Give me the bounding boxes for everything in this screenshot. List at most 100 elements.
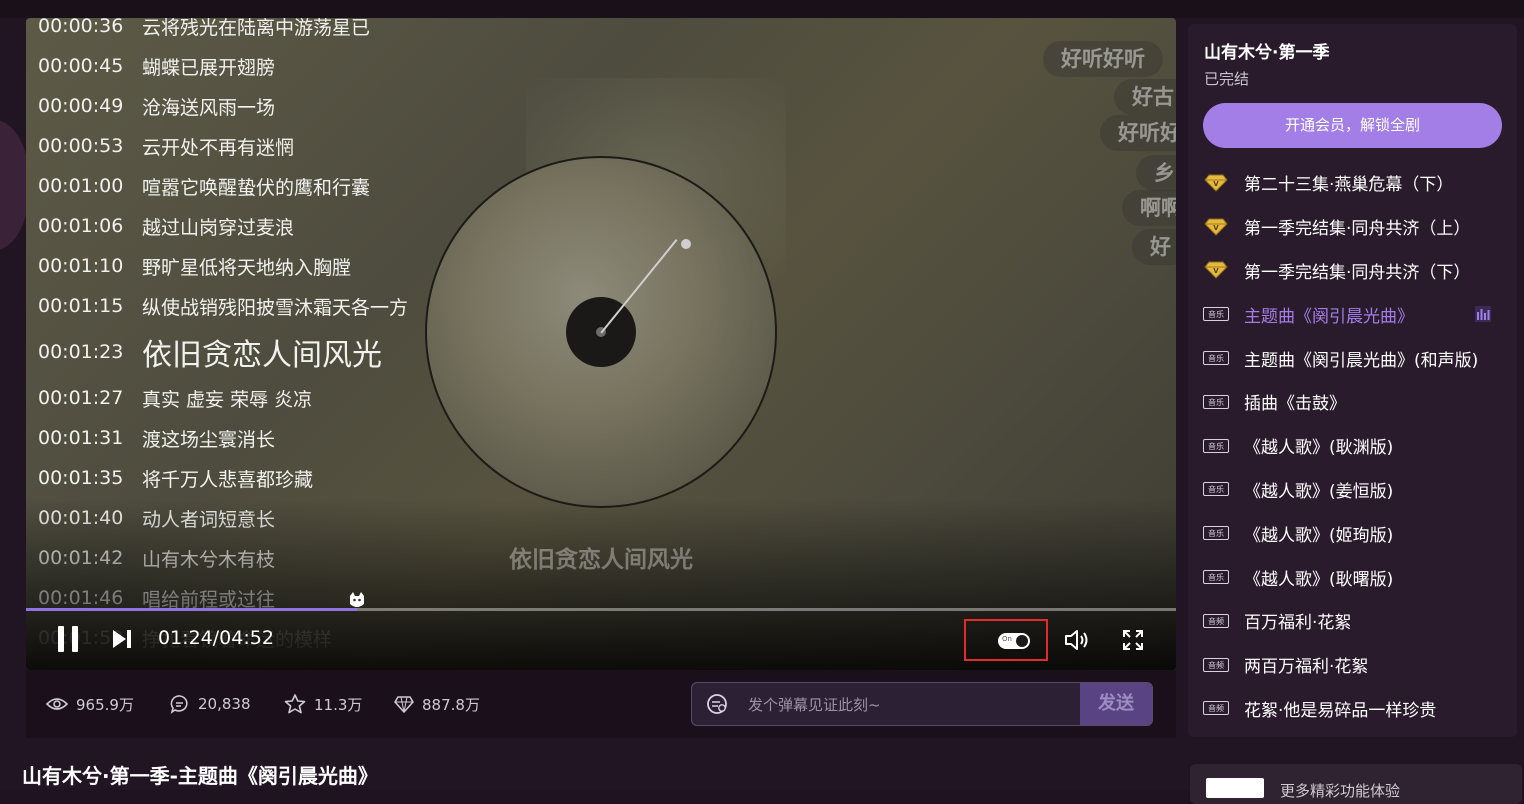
lyric-line[interactable]: 00:01:27 真实 虚妄 荣辱 炎凉 (38, 378, 478, 418)
lyric-timestamp: 00:01:10 (38, 255, 124, 277)
episode-label: 花絮·他是易碎品一样珍贵 (1244, 700, 1437, 721)
episode-item[interactable]: 音乐 插曲《击鼓》 (1188, 380, 1517, 424)
danmaku-toggle[interactable]: On (998, 633, 1030, 649)
episode-tag: 音乐 (1203, 307, 1229, 322)
lyric-line[interactable]: 00:01:15 纵使战销残阳披雪沐霜天各一方 (38, 286, 478, 326)
stats-bar: 965.9万 20,838 11.3万 887.8万 发送 (26, 670, 1176, 738)
lyric-timestamp: 00:01:35 (38, 467, 124, 489)
danmaku-bubble: 好听好听 (1043, 41, 1163, 77)
tag-icon: 音乐 (1202, 525, 1230, 541)
episode-label: 百万福利·花絮 (1244, 613, 1352, 634)
tag-icon: 音频 (1202, 613, 1230, 629)
lyric-line[interactable]: 00:00:45 蝴蝶已展开翅膀 (38, 46, 478, 86)
progress-bar[interactable] (26, 592, 1176, 611)
episode-label: 第一季完结集·同舟共济（上） (1244, 219, 1471, 240)
episode-item[interactable]: 音乐 《越人歌》(姜恒版) (1188, 468, 1517, 512)
lyric-line[interactable]: 00:00:53 云开处不再有迷惘 (38, 126, 478, 166)
lyric-line[interactable]: 00:01:10 野旷星低将天地纳入胸膛 (38, 246, 478, 286)
episode-item[interactable]: 音频 两百万福利·花絮 (1188, 643, 1517, 687)
episode-item[interactable]: 音频 百万福利·花絮 (1188, 599, 1517, 643)
svg-text:V: V (1213, 267, 1219, 275)
top-bar (0, 0, 1524, 18)
volume-icon[interactable] (1064, 628, 1092, 652)
episode-label: 主题曲《阕引晨光曲》(和声版) (1244, 350, 1479, 371)
tag-icon: 音频 (1202, 657, 1230, 673)
star-icon (284, 694, 306, 714)
comments-stat[interactable]: 20,838 (170, 692, 251, 716)
lyric-line[interactable]: 00:01:35 将千万人悲喜都珍藏 (38, 458, 478, 498)
vip-diamond-icon: V (1202, 174, 1230, 192)
lyric-timestamp: 00:01:23 (38, 341, 124, 363)
fullscreen-icon[interactable] (1122, 629, 1144, 651)
favorites-stat[interactable]: 11.3万 (284, 692, 362, 716)
episode-label: 第一季完结集·同舟共济（下） (1244, 262, 1471, 283)
lyric-line-active[interactable]: 00:01:23 依旧贪恋人间风光 (38, 326, 478, 378)
lyric-line[interactable]: 00:01:06 越过山岗穿过麦浪 (38, 206, 478, 246)
promo-text: 更多精彩功能体验 (1280, 782, 1401, 800)
duration: 04:52 (219, 627, 274, 649)
lyric-text: 云将残光在陆离中游荡星已 (142, 18, 371, 39)
danmaku-bubble: 乡 (1136, 155, 1176, 191)
toggle-label: On (1002, 635, 1012, 643)
episode-item[interactable]: V 第二十三集·燕巢危幕（下） (1188, 161, 1517, 205)
episode-tag: 音频 (1203, 613, 1229, 628)
danmaku-bubble: 好听好 (1100, 115, 1176, 151)
progress-thumb-icon[interactable] (346, 590, 368, 612)
lyric-text: 越过山岗穿过麦浪 (142, 216, 295, 239)
episode-item[interactable]: V 第一季完结集·同舟共济（上） (1188, 205, 1517, 249)
tonearm-pivot (681, 239, 691, 249)
lyric-line[interactable]: 00:00:49 沧海送风雨一场 (38, 86, 478, 126)
unlock-vip-button[interactable]: 开通会员，解锁全剧 (1203, 103, 1502, 148)
toggle-knob (1016, 635, 1028, 647)
lyric-timestamp: 00:01:31 (38, 427, 124, 449)
episode-label: 主题曲《阕引晨光曲》 (1244, 306, 1414, 327)
promo-panel: 更多精彩功能体验 (1190, 764, 1522, 804)
tag-icon: 音乐 (1202, 569, 1230, 585)
episode-panel: 山有木兮·第一季 已完结 开通会员，解锁全剧 V 第二十三集·燕巢危幕（下） V 第一… (1188, 24, 1517, 737)
vip-diamond-icon: V (1202, 261, 1230, 280)
svg-text:V: V (1213, 224, 1219, 232)
episode-label: 第二十三集·燕巢危幕（下） (1244, 175, 1454, 196)
lyric-line[interactable]: 00:01:31 渡这场尘寰消长 (38, 418, 478, 458)
episode-tag: 音乐 (1203, 438, 1229, 453)
eye-icon (46, 698, 68, 710)
svg-text:V: V (1213, 180, 1219, 188)
episode-tag: 音乐 (1203, 482, 1229, 497)
lyric-text: 渡这场尘寰消长 (142, 428, 276, 451)
lyric-text: 将千万人悲喜都珍藏 (142, 468, 314, 491)
tonearm (600, 239, 678, 334)
lyric-text: 蝴蝶已展开翅膀 (142, 56, 276, 79)
gifts-stat[interactable]: 887.8万 (394, 692, 480, 716)
lyric-text: 喧嚣它唤醒蛰伏的鹰和行囊 (142, 176, 371, 199)
tag-icon: 音乐 (1202, 481, 1230, 497)
lyric-text: 依旧贪恋人间风光 (142, 338, 382, 373)
video-player[interactable]: 00:00:36 云将残光在陆离中游荡星已 00:00:45 蝴蝶已展开翅膀 00:00… (26, 18, 1176, 670)
series-title: 山有木兮·第一季 (1204, 43, 1330, 63)
lyric-line[interactable]: 00:01:00 喧嚣它唤醒蛰伏的鹰和行囊 (38, 166, 478, 206)
lyric-timestamp: 00:01:27 (38, 387, 124, 409)
episode-item[interactable]: 音乐 《越人歌》(耿渊版) (1188, 424, 1517, 468)
subtitle-text: 依旧贪恋人间风光 (509, 547, 693, 573)
episode-label: 两百万福利·花絮 (1244, 657, 1369, 678)
series-status: 已完结 (1204, 70, 1250, 88)
episode-label: 《越人歌》(姜恒版) (1244, 481, 1394, 502)
episode-item[interactable]: 音乐 《越人歌》(耿曙版) (1188, 555, 1517, 599)
next-button[interactable] (112, 628, 132, 650)
pause-button[interactable] (56, 626, 80, 652)
send-button[interactable]: 发送 (1080, 683, 1152, 725)
lyric-text: 云开处不再有迷惘 (142, 136, 295, 159)
favorites-count: 11.3万 (314, 695, 363, 714)
tag-icon: 音乐 (1202, 394, 1230, 410)
episode-tag: 音乐 (1203, 394, 1229, 409)
episode-item[interactable]: 音乐 主题曲《阕引晨光曲》(和声版) (1188, 336, 1517, 380)
episode-item[interactable]: 音频 花絮·他是易碎品一样珍贵 (1188, 687, 1517, 731)
danmaku-settings-icon[interactable] (706, 693, 728, 715)
episode-tag: 音乐 (1203, 351, 1229, 366)
episode-list: V 第二十三集·燕巢危幕（下） V 第一季完结集·同舟共济（上） V 第一季完结集·同舟共… (1188, 161, 1517, 730)
lyric-timestamp: 00:01:15 (38, 295, 124, 317)
episode-item-active[interactable]: 音乐 主题曲《阕引晨光曲》 (1188, 292, 1517, 336)
episode-item[interactable]: 音乐 《越人歌》(姬珣版) (1188, 511, 1517, 555)
episode-item[interactable]: V 第一季完结集·同舟共济（下） (1188, 249, 1517, 293)
lyric-line[interactable]: 00:00:36 云将残光在陆离中游荡星已 (38, 18, 478, 46)
danmaku-input[interactable] (746, 683, 1080, 725)
